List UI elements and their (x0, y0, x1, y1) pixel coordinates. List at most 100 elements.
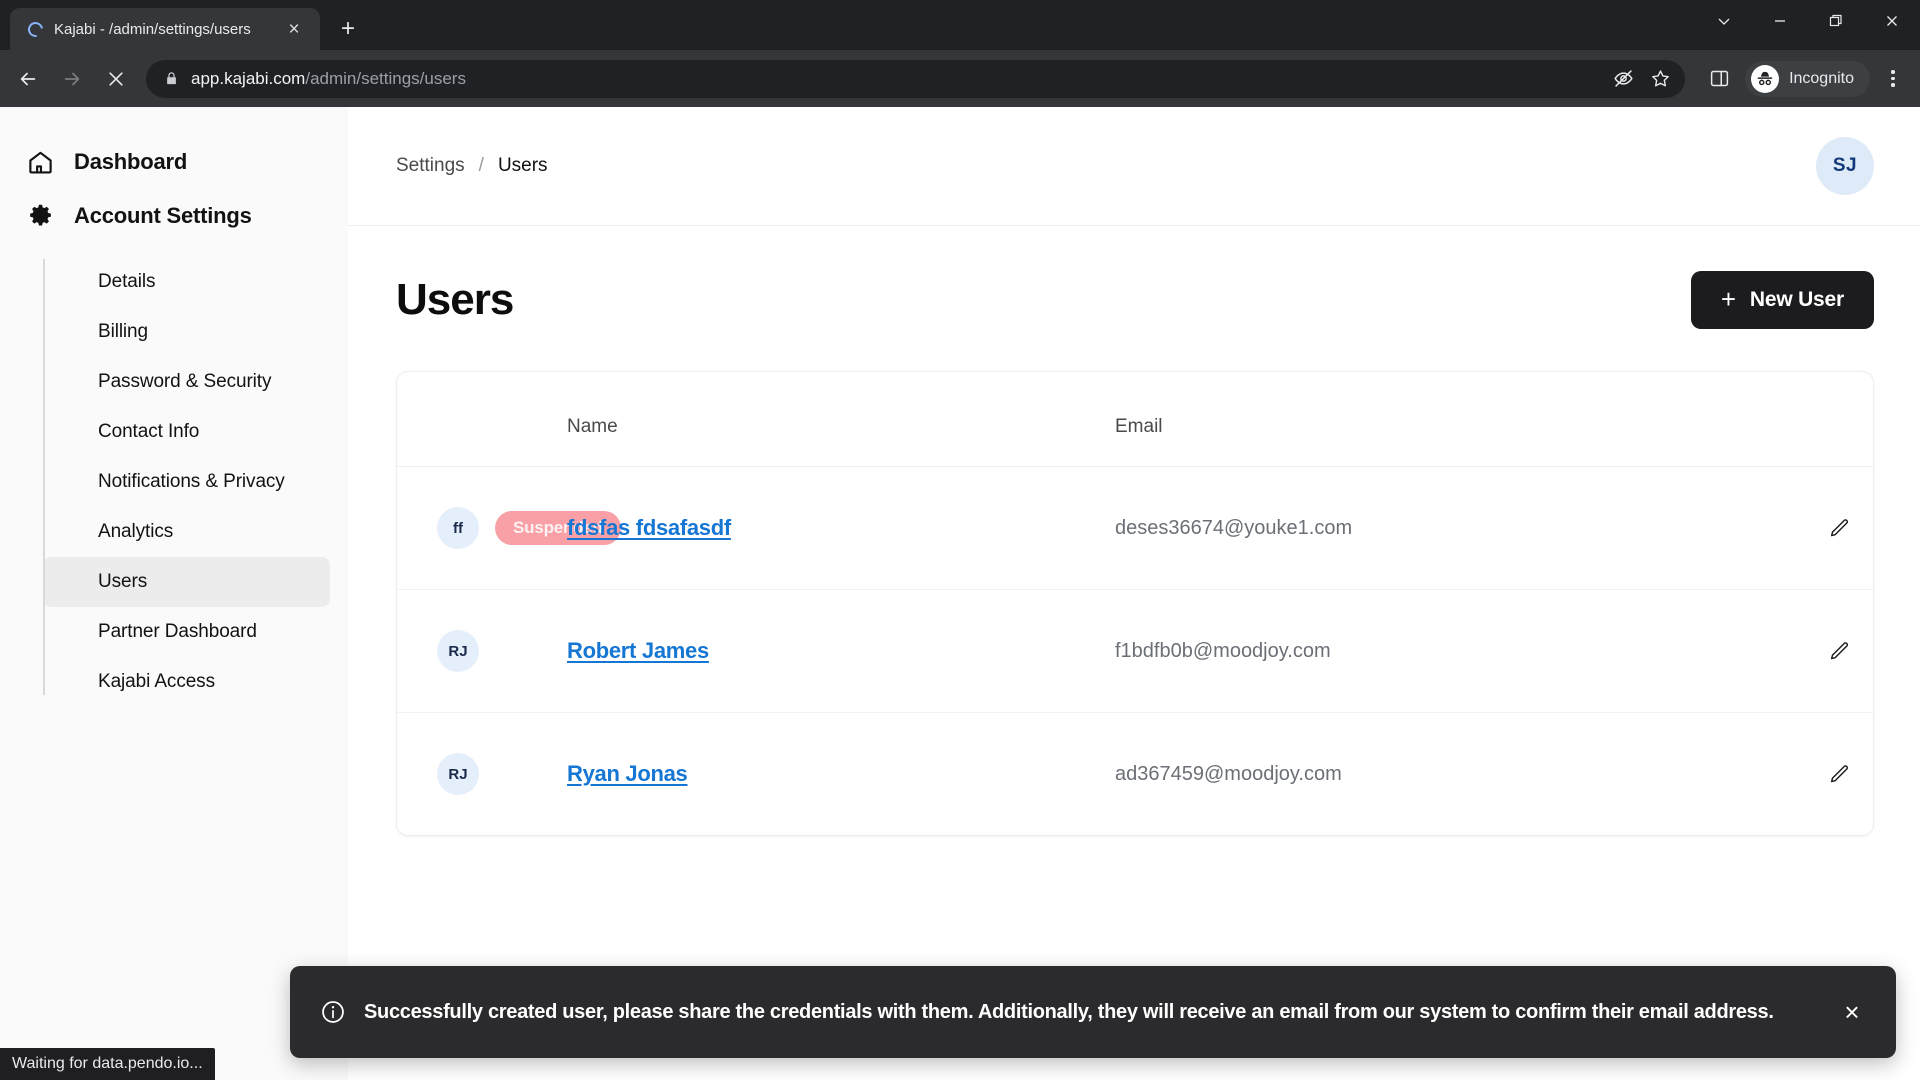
cell-name: Robert James (567, 589, 1115, 713)
users-table-card: Name Email ff Suspended fdsfas fdsafasdf… (396, 371, 1874, 836)
cell-avatar: ff Suspended (397, 466, 621, 590)
toast-notification: Successfully created user, please share … (290, 966, 1896, 1058)
sidebar-item-users[interactable]: Users (43, 557, 330, 607)
page-title: Users (396, 275, 514, 324)
omnibox-actions (1613, 68, 1671, 89)
eye-slash-icon[interactable] (1613, 68, 1634, 89)
cell-name: fdsfas fdsafasdf (567, 466, 1115, 590)
incognito-icon (1751, 64, 1780, 93)
page-viewport: Dashboard Account Settings Details Billi… (0, 107, 1920, 1080)
content-topbar: Settings / Users SJ (348, 107, 1920, 226)
side-panel-icon[interactable] (1699, 59, 1739, 99)
users-table: Name Email ff Suspended fdsfas fdsafasdf… (397, 372, 1873, 835)
tab-strip: Kajabi - /admin/settings/users × + (0, 0, 1920, 50)
sidebar-subnav: Details Billing Password & Security Cont… (0, 257, 348, 707)
pencil-icon[interactable] (1819, 631, 1859, 671)
sidebar-item-billing[interactable]: Billing (43, 307, 330, 357)
url-host: app.kajabi.com (191, 68, 306, 88)
close-icon[interactable] (1864, 0, 1920, 42)
breadcrumb-separator: / (478, 155, 484, 176)
browser-tab[interactable]: Kajabi - /admin/settings/users × (10, 8, 320, 50)
cell-actions (1763, 713, 1873, 836)
sidebar-item-partner-dashboard[interactable]: Partner Dashboard (43, 607, 330, 657)
table-row: RJ Robert James f1bdfb0b@moodjoy.com (397, 589, 1873, 713)
new-tab-button[interactable]: + (334, 15, 362, 43)
sidebar-item-account-settings[interactable]: Account Settings (0, 189, 348, 243)
avatar: ff (437, 507, 479, 549)
cell-actions (1763, 466, 1873, 590)
url-text: app.kajabi.com/admin/settings/users (191, 69, 466, 89)
breadcrumb: Settings / Users (396, 155, 548, 177)
info-circle-icon (320, 999, 346, 1025)
sidebar-item-password-security[interactable]: Password & Security (43, 357, 330, 407)
kebab-menu-icon[interactable] (1876, 61, 1910, 97)
breadcrumb-users: Users (497, 155, 548, 176)
plus-icon: + (1720, 284, 1736, 314)
cell-name: Ryan Jonas (567, 713, 1115, 836)
sidebar-item-dashboard[interactable]: Dashboard (0, 135, 348, 189)
sidebar-item-analytics[interactable]: Analytics (43, 507, 330, 557)
user-name-link[interactable]: Robert James (567, 638, 709, 663)
th-avatar (397, 372, 567, 467)
pencil-icon[interactable] (1819, 508, 1859, 548)
table-body: ff Suspended fdsfas fdsafasdf deses36674… (397, 466, 1873, 836)
th-actions (1763, 372, 1873, 467)
minimize-icon[interactable] (1752, 0, 1808, 42)
toast-message: Successfully created user, please share … (364, 1000, 1774, 1023)
avatar: RJ (437, 753, 479, 795)
th-email: Email (1115, 372, 1763, 467)
forward-arrow-icon (52, 59, 92, 99)
loading-spinner-icon (24, 18, 46, 40)
sidebar-item-details[interactable]: Details (43, 257, 330, 307)
cell-email: deses36674@youke1.com (1115, 466, 1763, 590)
stop-x-icon[interactable] (96, 59, 136, 99)
toolbar-right: Incognito (1695, 59, 1910, 99)
chevron-down-icon[interactable] (1696, 0, 1752, 42)
profile-label: Incognito (1789, 69, 1854, 87)
address-bar[interactable]: app.kajabi.com/admin/settings/users (146, 59, 1686, 98)
close-icon[interactable]: × (1834, 994, 1870, 1030)
table-header-row: Name Email (397, 372, 1873, 467)
app-sidebar: Dashboard Account Settings Details Billi… (0, 107, 348, 1080)
cell-avatar: RJ (397, 589, 567, 713)
window-controls (1696, 0, 1920, 42)
new-user-button-label: New User (1749, 288, 1844, 311)
table-row: RJ Ryan Jonas ad367459@moodjoy.com (397, 713, 1873, 836)
profile-chip[interactable]: Incognito (1745, 60, 1870, 97)
user-name-link[interactable]: fdsfas fdsafasdf (567, 515, 731, 540)
browser-toolbar: app.kajabi.com/admin/settings/users Inco… (0, 50, 1920, 107)
pencil-icon[interactable] (1819, 754, 1859, 794)
new-user-button[interactable]: + New User (1690, 271, 1874, 329)
page-body: Users + New User Name Email ff Suspended… (348, 226, 1920, 836)
sidebar-label-account-settings: Account Settings (74, 203, 252, 228)
cell-email: f1bdfb0b@moodjoy.com (1115, 589, 1763, 713)
star-icon[interactable] (1650, 68, 1671, 89)
home-icon (26, 148, 54, 176)
sidebar-item-kajabi-access[interactable]: Kajabi Access (43, 657, 330, 707)
sidebar-item-contact-info[interactable]: Contact Info (43, 407, 330, 457)
page-header: Users + New User (396, 271, 1874, 329)
cell-email: ad367459@moodjoy.com (1115, 762, 1342, 785)
sidebar-label-dashboard: Dashboard (74, 149, 188, 174)
avatar: RJ (437, 630, 479, 672)
browser-status-bar: Waiting for data.pendo.io... (0, 1048, 215, 1080)
user-name-link[interactable]: Ryan Jonas (567, 761, 688, 786)
gear-icon (26, 202, 54, 230)
cell-actions (1763, 589, 1873, 713)
th-name: Name (567, 372, 1115, 467)
back-arrow-icon[interactable] (8, 59, 48, 99)
lock-icon (164, 71, 179, 86)
status-text: Waiting for data.pendo.io... (12, 1055, 203, 1072)
avatar[interactable]: SJ (1816, 137, 1874, 195)
main-content: Settings / Users SJ Users + New User Nam… (348, 107, 1920, 1080)
table-head: Name Email (397, 372, 1873, 467)
table-row: ff Suspended fdsfas fdsafasdf deses36674… (397, 466, 1873, 590)
sidebar-item-notifications-privacy[interactable]: Notifications & Privacy (43, 457, 330, 507)
url-path: /admin/settings/users (305, 68, 466, 88)
close-icon[interactable]: × (280, 15, 308, 43)
browser-window: Kajabi - /admin/settings/users × + app.k… (0, 0, 1920, 1080)
cell-avatar: RJ (397, 713, 567, 836)
breadcrumb-settings[interactable]: Settings (396, 155, 465, 177)
tab-title: Kajabi - /admin/settings/users (54, 20, 251, 38)
restore-icon[interactable] (1808, 0, 1864, 42)
